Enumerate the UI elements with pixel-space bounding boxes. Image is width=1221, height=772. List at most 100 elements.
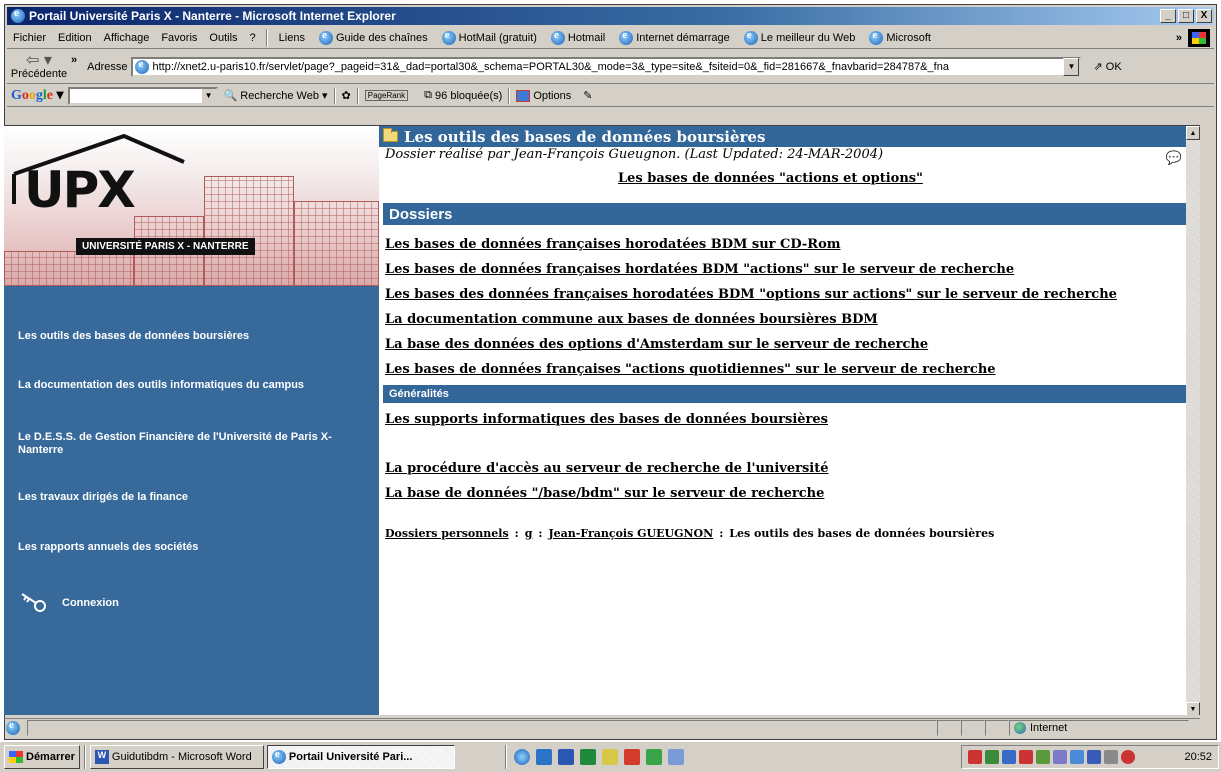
pagerank-label: PageRank <box>364 90 409 101</box>
google-letter: g <box>35 88 43 103</box>
menu-help[interactable]: ? <box>244 32 262 44</box>
speaker-icon[interactable] <box>1104 750 1118 764</box>
nav-rapports-annuels[interactable]: Les rapports annuels des sociétés <box>18 541 198 553</box>
link-hotmail[interactable]: Hotmail <box>544 29 612 45</box>
tray-icon[interactable] <box>985 750 999 764</box>
menu-edition[interactable]: Edition <box>52 32 98 44</box>
tray-icon[interactable] <box>1053 750 1067 764</box>
menu-separator <box>265 28 268 47</box>
google-search-dropdown[interactable]: ▼ <box>201 88 216 103</box>
google-logo[interactable]: Google ▾ <box>7 87 68 104</box>
powerpoint-quicklaunch-icon[interactable] <box>623 749 640 765</box>
task-word[interactable]: W Guidutibdm - Microsoft Word <box>89 745 264 769</box>
breadcrumb-author[interactable]: Jean-François GUEUGNON <box>548 527 713 540</box>
search-web-label: Recherche Web <box>240 89 319 102</box>
nav-dess-gestion[interactable]: Le D.E.S.S. de Gestion Financière de l'U… <box>18 431 348 457</box>
system-tray: 20:52 <box>961 745 1219 769</box>
tray-icon[interactable] <box>968 750 982 764</box>
breadcrumb-dossiers-personnels[interactable]: Dossiers personnels <box>385 527 509 540</box>
menu-favoris[interactable]: Favoris <box>155 32 203 44</box>
outlook-quicklaunch-icon[interactable] <box>601 749 618 765</box>
link-internet-demarrage[interactable]: Internet démarrage <box>612 29 737 45</box>
dossier-link[interactable]: La documentation commune aux bases de do… <box>385 312 878 327</box>
tray-icon[interactable] <box>1087 750 1101 764</box>
scroll-down-button[interactable]: ▼ <box>1186 702 1200 715</box>
menu-affichage[interactable]: Affichage <box>98 32 156 44</box>
ie-quicklaunch-icon[interactable] <box>513 749 530 765</box>
toolbar-more-chevron[interactable]: » <box>71 54 77 66</box>
link-microsoft[interactable]: Microsoft <box>862 29 938 45</box>
dossier-link[interactable]: Les bases de données françaises "actions… <box>385 362 996 377</box>
link-meilleur-web[interactable]: Le meilleur du Web <box>737 29 863 45</box>
maximize-button[interactable]: □ <box>1178 9 1194 23</box>
comment-bubble-icon[interactable]: 💬 <box>1166 150 1182 166</box>
connexion-link[interactable]: Connexion <box>18 592 119 614</box>
address-dropdown-button[interactable]: ▼ <box>1063 57 1080 76</box>
dossier-link[interactable]: Les bases de données françaises hordatée… <box>385 262 1014 277</box>
tray-icon[interactable] <box>1121 750 1135 764</box>
folder-icon <box>383 128 398 142</box>
ie-icon <box>271 748 286 764</box>
nav-documentation-outils[interactable]: La documentation des outils informatique… <box>18 379 304 391</box>
menu-fichier[interactable]: Fichier <box>7 32 52 44</box>
highlight-icon[interactable]: ✿ <box>336 89 357 102</box>
page-status-icon <box>6 719 20 735</box>
vertical-scrollbar[interactable]: ▲ ▼ <box>1186 126 1200 715</box>
back-button[interactable]: ⇦ ▾ Précédente <box>7 51 71 83</box>
link-hotmail-gratuit[interactable]: HotMail (gratuit) <box>435 29 544 45</box>
word-quicklaunch-icon[interactable] <box>557 749 574 765</box>
link-label: Internet démarrage <box>636 31 730 44</box>
scroll-up-button[interactable]: ▲ <box>1186 126 1200 140</box>
upx-logo[interactable]: UPX <box>24 161 136 219</box>
tray-icon[interactable] <box>1036 750 1050 764</box>
close-button[interactable]: X <box>1196 9 1212 23</box>
links-more-chevron[interactable]: » <box>1176 32 1182 44</box>
link-actions-options[interactable]: Les bases de données "actions et options… <box>618 171 923 186</box>
address-input[interactable]: http://xnet2.u-paris10.fr/servlet/page?_… <box>131 56 1082 77</box>
generalites-link[interactable]: La procédure d'accès au serveur de reche… <box>385 461 829 476</box>
link-label: Le meilleur du Web <box>760 31 856 44</box>
internet-globe-icon <box>1014 721 1026 734</box>
generalites-link[interactable]: Les supports informatiques des bases de … <box>385 412 828 427</box>
main-content: Les outils des bases de données boursièr… <box>379 126 1186 715</box>
link-guide-chaines[interactable]: Guide des chaînes <box>312 29 435 45</box>
tray-icon[interactable] <box>1070 750 1084 764</box>
taskbar-clock: 20:52 <box>1184 751 1212 763</box>
go-button[interactable]: ⇗ OK <box>1093 60 1121 73</box>
search-quicklaunch-icon[interactable] <box>535 749 552 765</box>
nav-travaux-diriges[interactable]: Les travaux dirigés de la finance <box>18 491 188 503</box>
popup-blocker-button[interactable]: ⧉ 96 bloquée(s) <box>418 89 508 102</box>
link-label: Hotmail <box>567 31 606 44</box>
google-search-input[interactable]: ▼ <box>67 86 218 105</box>
google-letter: o <box>21 88 29 103</box>
ie-icon <box>11 7 25 23</box>
page-subtitle: Dossier réalisé par Jean-François Gueugn… <box>385 147 884 162</box>
status-text-area <box>27 719 937 736</box>
address-url: http://xnet2.u-paris10.fr/servlet/page?_… <box>152 60 949 73</box>
pencil-icon[interactable]: ✎ <box>577 89 598 102</box>
desktop-quicklaunch-icon[interactable] <box>667 749 684 765</box>
status-bar: Internet <box>4 718 1200 736</box>
minimize-button[interactable]: _ <box>1160 9 1176 23</box>
generalites-link[interactable]: La base de données "/base/bdm" sur le se… <box>385 486 824 501</box>
search-web-button[interactable]: 🔍 Recherche Web ▾ <box>218 89 334 103</box>
pagerank-indicator[interactable]: PageRank <box>359 90 418 101</box>
connexion-label: Connexion <box>62 597 119 609</box>
dossier-link[interactable]: Les bases de données françaises horodaté… <box>385 237 841 252</box>
menu-bar: Fichier Edition Affichage Favoris Outils… <box>7 27 1214 49</box>
banner-building <box>294 201 379 286</box>
project-quicklaunch-icon[interactable] <box>645 749 662 765</box>
menu-outils[interactable]: Outils <box>203 32 243 44</box>
tray-icon[interactable] <box>1002 750 1016 764</box>
task-ie-portail[interactable]: Portail Université Pari... <box>266 745 455 769</box>
tray-icon[interactable] <box>1019 750 1033 764</box>
ie-page-icon <box>619 29 634 45</box>
options-button[interactable]: Options <box>510 89 577 102</box>
dossier-link[interactable]: La base des données des options d'Amster… <box>385 337 928 352</box>
dossier-link[interactable]: Les bases des données françaises horodat… <box>385 287 1117 302</box>
excel-quicklaunch-icon[interactable] <box>579 749 596 765</box>
task-ie-label: Portail Université Pari... <box>288 751 413 763</box>
breadcrumb-g[interactable]: g <box>525 527 533 540</box>
start-button[interactable]: Démarrer <box>4 745 80 769</box>
nav-outils-bases[interactable]: Les outils des bases de données boursièr… <box>18 330 249 342</box>
